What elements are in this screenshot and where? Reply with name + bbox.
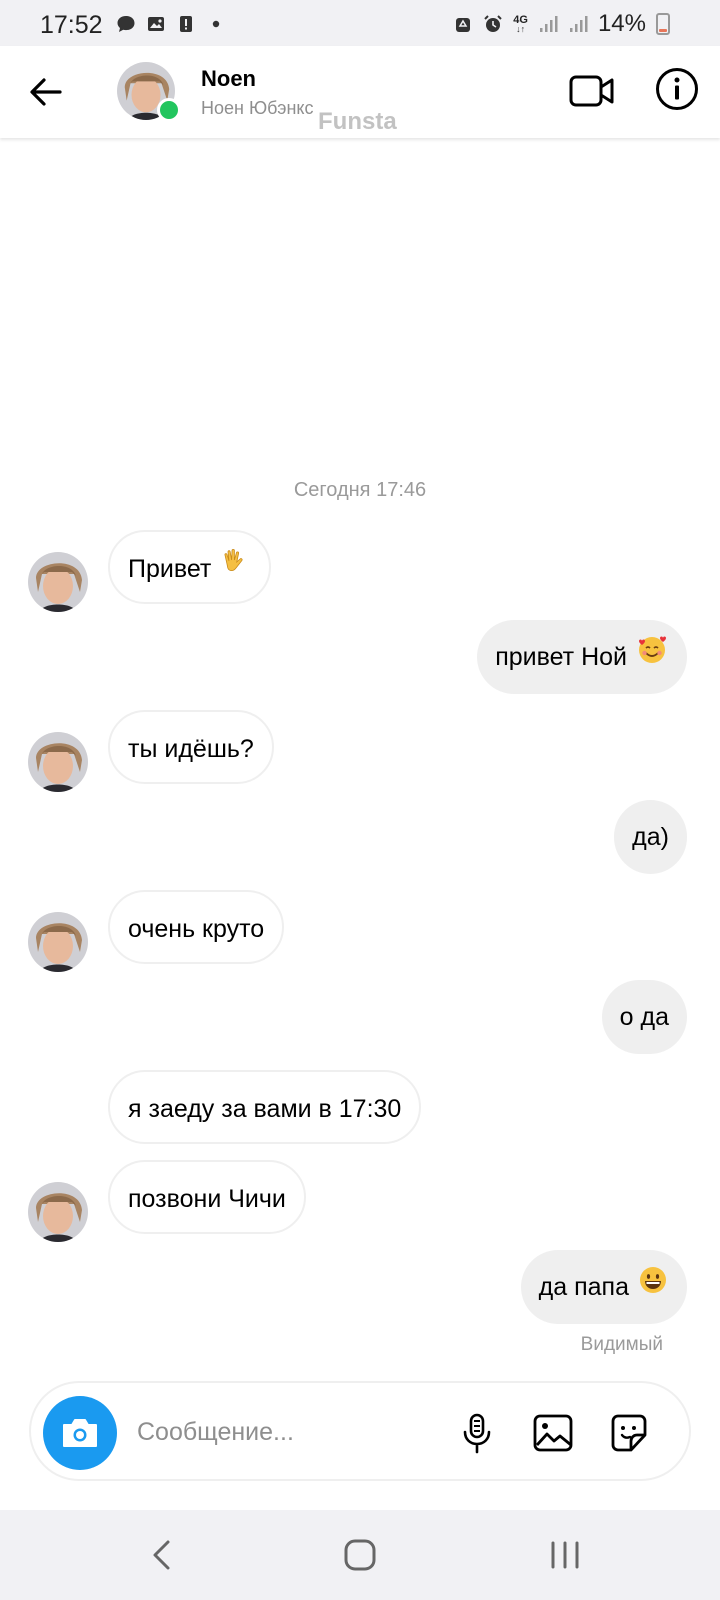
message-incoming[interactable]: я заеду за вами в 17:30 [108,1070,422,1144]
message-outgoing[interactable]: о да [601,980,687,1054]
sticker-icon[interactable] [607,1411,651,1455]
camera-icon [63,1419,97,1447]
message-text: о да [619,1003,669,1031]
contact-full-name: Ноен Юбэнкс [201,98,314,118]
message-outgoing[interactable]: привет Ной [477,620,687,694]
nav-recents-icon[interactable] [542,1532,588,1578]
message-avatar[interactable] [28,732,88,792]
system-status: 4G ↓↑ 14% [453,10,670,38]
message-avatar[interactable] [28,1182,88,1242]
grinning-face-icon [637,1251,669,1325]
smiling-face-with-hearts-icon [635,621,669,695]
alarm-icon [484,15,502,32]
contact-avatar[interactable] [117,62,181,122]
online-status-dot [157,98,181,122]
chat-timestamp: Сегодня 17:46 [293,479,427,501]
alert-icon [180,16,192,32]
battery-percent: 14% [597,10,646,37]
message-composer [29,1381,691,1481]
camera-button[interactable] [43,1396,117,1470]
dot-icon [212,20,220,28]
message-incoming[interactable]: позвони Чичи [108,1160,306,1234]
message-outgoing[interactable]: да) [614,800,687,874]
contact-name[interactable]: Noen [201,66,256,92]
recycle-icon [456,18,471,32]
message-text: ты идёшь? [128,735,254,763]
avatar [28,1182,88,1242]
waving-hand-icon [219,533,251,607]
message-avatar[interactable] [28,912,88,972]
message-input[interactable] [137,1413,437,1451]
message-text: да) [632,823,669,851]
message-text: да папа [538,1273,629,1301]
message-incoming[interactable]: ты идёшь? [108,710,274,784]
nav-home-icon[interactable] [337,1532,383,1578]
message-outgoing[interactable]: да папа [520,1250,687,1325]
system-nav-bar [0,1510,720,1600]
signal-icon [569,16,588,32]
battery-icon [656,13,670,35]
notification-icons [116,14,226,34]
message-text: очень круто [128,915,265,943]
seen-status: Видимый [580,1334,663,1355]
chat-bubble-icon [117,16,135,32]
message-incoming[interactable]: Привет [108,530,272,607]
message-text: я заеду за вами в 17:30 [128,1095,402,1123]
nav-back-icon[interactable] [140,1532,186,1578]
image-icon [148,17,164,31]
info-icon[interactable] [654,66,700,112]
message-text: позвони Чичи [128,1185,286,1213]
battery-fill [659,29,667,32]
message-text: Привет [128,555,212,583]
watermark: Funsta [318,108,397,135]
message-avatar[interactable] [28,552,88,612]
gallery-icon[interactable] [531,1411,575,1455]
status-time: 17:52 [40,11,103,39]
avatar [28,552,88,612]
back-arrow-icon[interactable] [26,72,66,112]
network-label: 4G [513,13,528,26]
avatar [28,912,88,972]
network-indicator: 4G ↓↑ [513,13,528,34]
message-incoming[interactable]: очень круто [108,890,285,964]
signal-icon [539,16,558,32]
message-text: привет Ной [495,643,627,671]
status-bar: 17:52 4G ↓↑ 14% [0,0,720,46]
avatar [28,732,88,792]
microphone-icon[interactable] [455,1411,499,1455]
chat-header: Noen Ноен Юбэнкс Funsta [0,46,720,138]
video-call-icon[interactable] [568,68,616,114]
